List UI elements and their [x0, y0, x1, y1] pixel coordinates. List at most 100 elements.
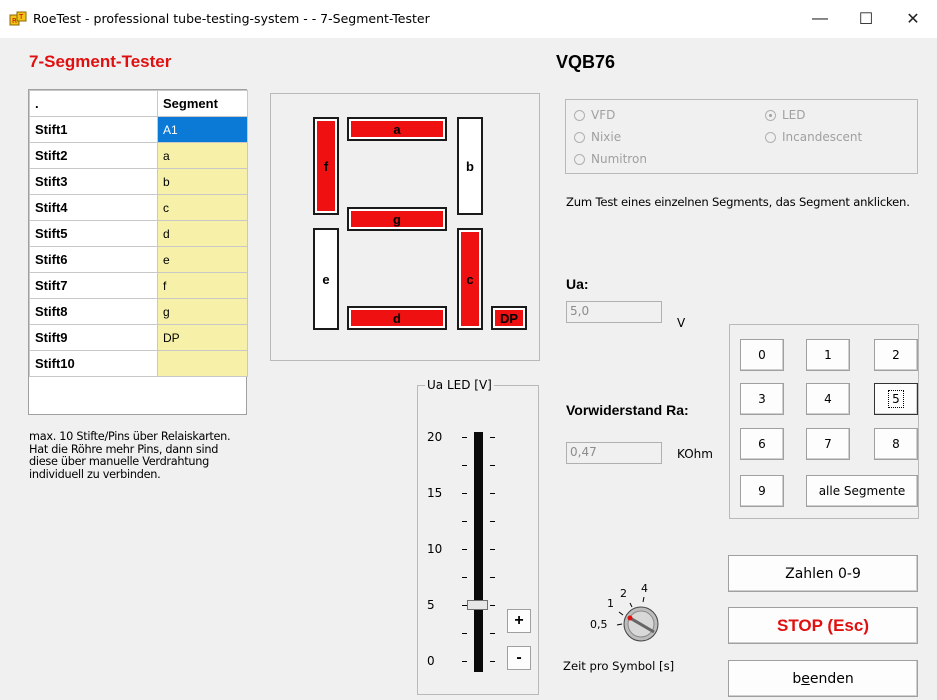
slider-tick [462, 521, 467, 522]
svg-text:T: T [18, 13, 24, 21]
segment-cell[interactable]: DP [157, 324, 248, 351]
radio-vfd[interactable]: VFD [574, 108, 615, 122]
slider-tick [490, 465, 495, 466]
table-row[interactable]: Stift8 g [29, 298, 248, 325]
zahlen-button[interactable]: Zahlen 0-9 [728, 555, 918, 592]
table-row[interactable]: Stift5 d [29, 220, 248, 247]
maximize-icon: ☐ [858, 11, 874, 28]
segment-b[interactable]: b [457, 117, 483, 215]
digit-button-5[interactable]: 5 [874, 383, 918, 415]
slider-tick [462, 577, 467, 578]
segment-cell[interactable]: e [157, 246, 248, 273]
radio-circle-icon [574, 153, 585, 165]
digit-button-2[interactable]: 2 [874, 339, 918, 371]
radio-incandescent[interactable]: Incandescent [765, 130, 862, 144]
segment-cell[interactable] [157, 350, 248, 377]
segment-a[interactable]: a [347, 117, 447, 141]
decrease-button[interactable]: - [507, 646, 531, 670]
display-type-group: VFD Nixie Numitron LED Incandescent [565, 99, 918, 174]
resistor-unit: KOhm [677, 447, 713, 461]
slider-tick [462, 493, 467, 494]
segment-g[interactable]: g [347, 207, 447, 231]
knob-caption: Zeit pro Symbol [s] [563, 659, 675, 673]
digit-button-7[interactable]: 7 [806, 428, 850, 460]
pin-cell: Stift2 [29, 142, 158, 169]
slider-track[interactable] [474, 432, 483, 672]
tick-label: 0 [427, 654, 435, 668]
segment-cell[interactable]: d [157, 220, 248, 247]
segment-cell[interactable]: g [157, 298, 248, 325]
table-row[interactable]: Stift6 e [29, 246, 248, 273]
pin-cell: Stift4 [29, 194, 158, 221]
segment-dp[interactable]: DP [491, 306, 527, 330]
segment-cell[interactable]: A1 [157, 116, 248, 143]
slider-thumb[interactable] [467, 600, 488, 610]
svg-text:R: R [12, 17, 17, 25]
segment-cell[interactable]: c [157, 194, 248, 221]
slider-tick [490, 521, 495, 522]
time-knob[interactable]: 0,5 1 2 4 [586, 580, 676, 650]
maximize-button[interactable]: ☐ [843, 0, 889, 38]
slider-tick [490, 605, 495, 606]
segment-d[interactable]: d [347, 306, 447, 330]
column-header-pin: . [29, 90, 158, 117]
beenden-button[interactable]: b e enden [728, 660, 918, 697]
radio-label: Nixie [591, 130, 622, 144]
digit-button-9[interactable]: 9 [740, 475, 784, 507]
digit-button-6[interactable]: 6 [740, 428, 784, 460]
radio-label: LED [782, 108, 806, 122]
knob-label: 0,5 [590, 618, 608, 631]
table-header-row: . Segment [29, 90, 248, 117]
digit-button-4[interactable]: 4 [806, 383, 850, 415]
ua-label: Ua: [566, 276, 589, 292]
table-row[interactable]: Stift3 b [29, 168, 248, 195]
minimize-button[interactable]: — [797, 0, 843, 38]
slider-tick [490, 661, 495, 662]
app-icon: R T [9, 10, 27, 28]
radio-numitron[interactable]: Numitron [574, 152, 647, 166]
slider-tick [462, 437, 467, 438]
pin-cell: Stift7 [29, 272, 158, 299]
radio-nixie[interactable]: Nixie [574, 130, 621, 144]
table-row[interactable]: Stift2 a [29, 142, 248, 169]
digit-button-3[interactable]: 3 [740, 383, 784, 415]
stop-button[interactable]: STOP (Esc) [728, 607, 918, 644]
radio-led[interactable]: LED [765, 108, 806, 122]
slider-tick [462, 549, 467, 550]
all-segments-button[interactable]: alle Segmente [806, 475, 918, 507]
knob-label: 2 [620, 587, 627, 600]
digit-button-0[interactable]: 0 [740, 339, 784, 371]
minimize-icon: — [812, 10, 828, 27]
segment-cell[interactable]: a [157, 142, 248, 169]
close-icon: ✕ [906, 11, 920, 28]
pin-cell: Stift5 [29, 220, 158, 247]
increase-button[interactable]: + [507, 609, 531, 633]
ua-field[interactable]: 5,0 [566, 301, 662, 323]
note-line: individuell zu verbinden. [29, 467, 161, 481]
slider-tick [462, 661, 467, 662]
slider-tick [462, 633, 467, 634]
resistor-field[interactable]: 0,47 [566, 442, 662, 464]
tick-label: 15 [427, 486, 443, 500]
segment-cell[interactable]: f [157, 272, 248, 299]
column-header-segment: Segment [157, 90, 248, 117]
close-button[interactable]: ✕ [890, 0, 936, 38]
digit-button-8[interactable]: 8 [874, 428, 918, 460]
table-row[interactable]: Stift7 f [29, 272, 248, 299]
slider-tick [490, 633, 495, 634]
pin-cell: Stift8 [29, 298, 158, 325]
segment-e[interactable]: e [313, 228, 339, 330]
tick-label: 5 [427, 598, 435, 612]
pin-cell: Stift10 [29, 350, 158, 377]
segment-f[interactable]: f [313, 117, 339, 215]
table-row[interactable]: Stift10 [29, 350, 248, 377]
table-row[interactable]: Stift9 DP [29, 324, 248, 351]
table-row[interactable]: Stift4 c [29, 194, 248, 221]
digit-button-1[interactable]: 1 [806, 339, 850, 371]
beenden-accel-key: e [801, 670, 810, 687]
table-row[interactable]: Stift1 A1 [29, 116, 248, 143]
beenden-label-part: enden [809, 670, 854, 687]
radio-circle-icon [574, 109, 585, 121]
segment-cell[interactable]: b [157, 168, 248, 195]
segment-c[interactable]: c [457, 228, 483, 330]
